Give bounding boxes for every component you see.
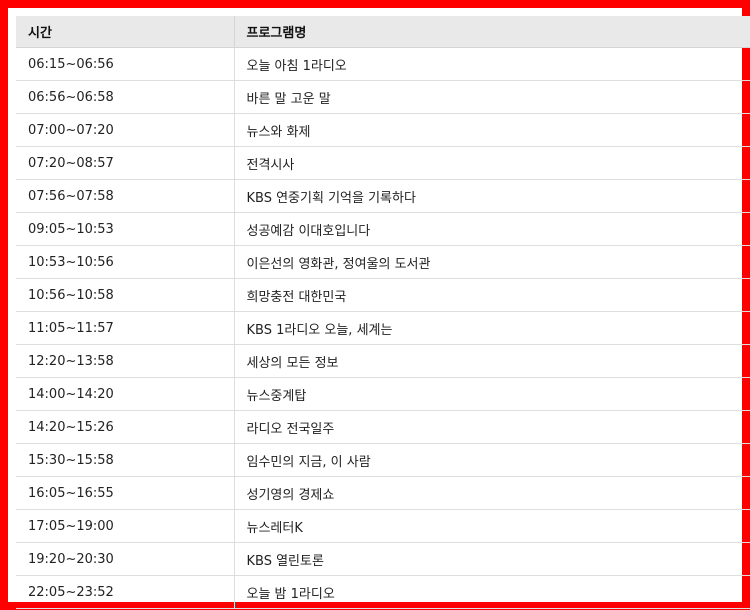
header-program: 프로그램명 — [234, 16, 750, 48]
table-row: 09:05~10:53 성공예감 이대호입니다 — [16, 212, 750, 246]
program-cell: 희망충전 대한민국 — [234, 278, 750, 312]
schedule-body: 06:15~06:56 오늘 아침 1라디오 06:56~06:58 바른 말 … — [16, 47, 750, 609]
program-cell: 성공예감 이대호입니다 — [234, 212, 750, 246]
table-row: 10:53~10:56 이은선의 영화관, 정여울의 도서관 — [16, 245, 750, 279]
program-cell: 오늘 아침 1라디오 — [234, 47, 750, 81]
time-cell: 14:20~15:26 — [16, 410, 235, 444]
table-row: 19:20~20:30 KBS 열린토론 — [16, 542, 750, 576]
time-cell: 06:15~06:56 — [16, 47, 235, 81]
program-cell: 오늘 밤 1라디오 — [234, 575, 750, 609]
table-row: 22:05~23:52 오늘 밤 1라디오 — [16, 575, 750, 609]
table-row: 14:20~15:26 라디오 전국일주 — [16, 410, 750, 444]
table-row: 06:15~06:56 오늘 아침 1라디오 — [16, 47, 750, 81]
time-cell: 11:05~11:57 — [16, 311, 235, 345]
schedule-table: 시간 프로그램명 06:15~06:56 오늘 아침 1라디오 06:56~06… — [16, 16, 750, 609]
time-cell: 17:05~19:00 — [16, 509, 235, 543]
time-cell: 07:20~08:57 — [16, 146, 235, 180]
program-cell: 라디오 전국일주 — [234, 410, 750, 444]
time-cell: 07:00~07:20 — [16, 113, 235, 147]
time-cell: 10:56~10:58 — [16, 278, 235, 312]
program-cell: 바른 말 고운 말 — [234, 80, 750, 114]
table-row: 14:00~14:20 뉴스중계탑 — [16, 377, 750, 411]
table-row: 07:00~07:20 뉴스와 화제 — [16, 113, 750, 147]
table-row: 06:56~06:58 바른 말 고운 말 — [16, 80, 750, 114]
program-cell: 뉴스와 화제 — [234, 113, 750, 147]
time-cell: 09:05~10:53 — [16, 212, 235, 246]
table-row: 07:56~07:58 KBS 연중기획 기억을 기록하다 — [16, 179, 750, 213]
program-cell: 성기영의 경제쇼 — [234, 476, 750, 510]
header-time: 시간 — [16, 16, 235, 48]
time-cell: 16:05~16:55 — [16, 476, 235, 510]
table-header-row: 시간 프로그램명 — [16, 16, 750, 48]
program-cell: 세상의 모든 정보 — [234, 344, 750, 378]
program-cell: KBS 열린토론 — [234, 542, 750, 576]
table-row: 17:05~19:00 뉴스레터K — [16, 509, 750, 543]
time-cell: 22:05~23:52 — [16, 575, 235, 609]
time-cell: 12:20~13:58 — [16, 344, 235, 378]
time-cell: 10:53~10:56 — [16, 245, 235, 279]
table-row: 10:56~10:58 희망충전 대한민국 — [16, 278, 750, 312]
time-cell: 07:56~07:58 — [16, 179, 235, 213]
red-frame: 시간 프로그램명 06:15~06:56 오늘 아침 1라디오 06:56~06… — [0, 0, 750, 610]
program-cell: 뉴스레터K — [234, 509, 750, 543]
time-cell: 06:56~06:58 — [16, 80, 235, 114]
table-row: 15:30~15:58 임수민의 지금, 이 사람 — [16, 443, 750, 477]
time-cell: 14:00~14:20 — [16, 377, 235, 411]
program-cell: 임수민의 지금, 이 사람 — [234, 443, 750, 477]
time-cell: 19:20~20:30 — [16, 542, 235, 576]
table-row: 11:05~11:57 KBS 1라디오 오늘, 세계는 — [16, 311, 750, 345]
table-row: 12:20~13:58 세상의 모든 정보 — [16, 344, 750, 378]
program-cell: 전격시사 — [234, 146, 750, 180]
table-row: 16:05~16:55 성기영의 경제쇼 — [16, 476, 750, 510]
program-cell: KBS 1라디오 오늘, 세계는 — [234, 311, 750, 345]
program-cell: 이은선의 영화관, 정여울의 도서관 — [234, 245, 750, 279]
table-row: 07:20~08:57 전격시사 — [16, 146, 750, 180]
program-cell: 뉴스중계탑 — [234, 377, 750, 411]
time-cell: 15:30~15:58 — [16, 443, 235, 477]
program-cell: KBS 연중기획 기억을 기록하다 — [234, 179, 750, 213]
